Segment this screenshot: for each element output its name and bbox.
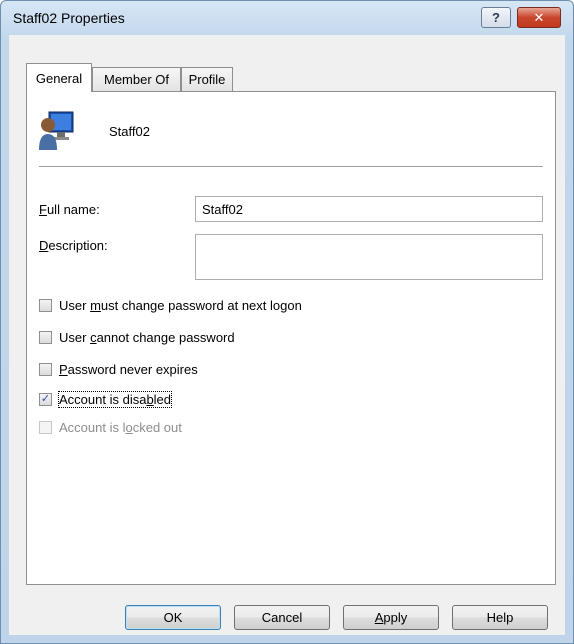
account-disabled-checkbox[interactable]: ✓ Account is disabled: [39, 391, 173, 408]
close-label: ✕: [533, 9, 545, 25]
must-change-password-checkbox[interactable]: User must change password at next logon: [39, 298, 302, 313]
title-bar[interactable]: Staff02 Properties ? ✕: [1, 1, 573, 35]
checkbox-box: [39, 421, 52, 434]
cancel-button[interactable]: Cancel: [234, 605, 330, 630]
general-tab-panel: Staff02 Full name: Description: User mus…: [26, 91, 556, 585]
description-label: Description:: [39, 238, 108, 253]
properties-dialog: Staff02 Properties ? ✕ General Member Of…: [0, 0, 574, 644]
checkbox-label: Password never expires: [59, 362, 198, 377]
checkbox-box[interactable]: [39, 299, 52, 312]
tab-member-of-label: Member Of: [103, 72, 169, 87]
full-name-input[interactable]: [195, 196, 543, 222]
password-never-expires-checkbox[interactable]: Password never expires: [39, 362, 198, 377]
ok-button[interactable]: OK: [125, 605, 221, 630]
user-computer-icon: [39, 111, 74, 150]
help-button[interactable]: Help: [452, 605, 548, 630]
tab-member-of[interactable]: Member Of: [92, 67, 181, 91]
apply-button[interactable]: Apply: [343, 605, 439, 630]
account-locked-out-checkbox: Account is locked out: [39, 420, 182, 435]
checkbox-label: Account is disabled: [57, 391, 173, 408]
help-label: ?: [492, 10, 500, 25]
checkbox-label: User must change password at next logon: [59, 298, 302, 313]
close-icon[interactable]: ✕: [517, 7, 561, 28]
tab-profile[interactable]: Profile: [181, 67, 233, 91]
description-input[interactable]: [195, 234, 543, 280]
checkbox-label: Account is locked out: [59, 420, 182, 435]
tab-profile-label: Profile: [188, 72, 226, 87]
cannot-change-password-checkbox[interactable]: User cannot change password: [39, 330, 235, 345]
check-mark-icon[interactable]: ✓: [39, 393, 52, 406]
window-title: Staff02 Properties: [13, 10, 125, 26]
separator: [39, 166, 543, 167]
tab-general-label: General: [35, 70, 83, 86]
tab-general[interactable]: General: [26, 63, 92, 92]
checkbox-label: User cannot change password: [59, 330, 235, 345]
full-name-label: Full name:: [39, 202, 100, 217]
dialog-client-area: General Member Of Profile Staff02 Full n…: [9, 35, 565, 635]
user-display-name: Staff02: [109, 124, 150, 139]
help-question-icon[interactable]: ?: [481, 7, 511, 28]
checkbox-box[interactable]: [39, 363, 52, 376]
checkbox-box[interactable]: [39, 331, 52, 344]
